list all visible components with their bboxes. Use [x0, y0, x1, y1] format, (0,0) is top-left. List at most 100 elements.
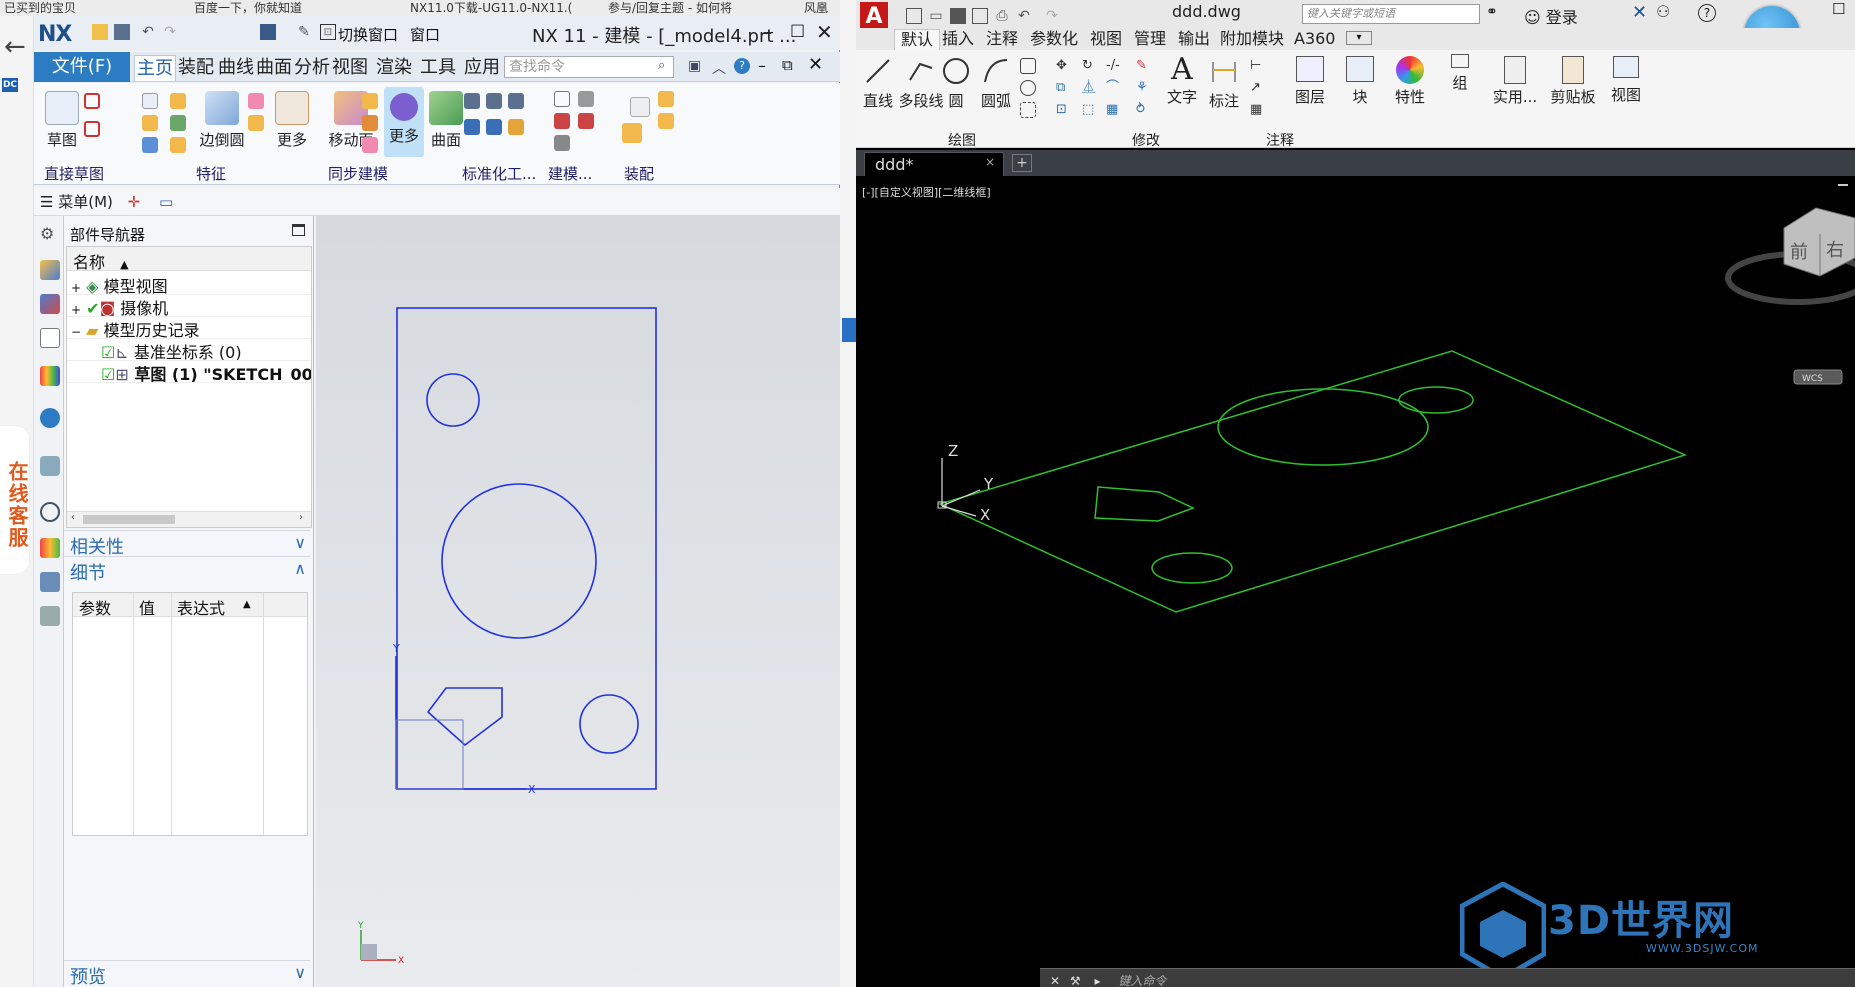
standard-part-icon-1[interactable] [464, 93, 480, 109]
draft-icon[interactable] [554, 91, 570, 107]
profile-icon[interactable] [84, 93, 100, 109]
minimize-icon[interactable]: – [762, 20, 772, 44]
window-close-icon[interactable]: ☐ [1832, 0, 1845, 18]
tab-annotate[interactable]: 注释 [980, 29, 1024, 50]
rotate-icon[interactable]: ↻ [1082, 58, 1098, 74]
offset-icon[interactable]: ⥁ [1136, 102, 1152, 118]
nx-graphics-window[interactable]: Y X Y X [316, 216, 840, 987]
cad-small-hole[interactable] [1398, 386, 1474, 414]
constraint-navigator-icon[interactable] [40, 294, 60, 314]
tree-row-history[interactable]: − ▰ 模型历史记录 [67, 317, 311, 339]
browser-tab[interactable]: NX11.0下载-UG11.0-NX11.( [406, 0, 572, 16]
group-modify[interactable]: 修改 [1132, 130, 1160, 150]
stretch-icon[interactable]: ⊡ [1056, 102, 1072, 118]
browser-tab[interactable]: 已买到的宝贝 [0, 0, 76, 16]
fillet-icon[interactable]: ⌒ [1106, 80, 1122, 96]
window-menu-button[interactable]: 窗口 [410, 24, 440, 45]
ellipse-icon[interactable] [1020, 80, 1036, 96]
collapse-icon[interactable]: − [71, 325, 81, 338]
close-cmd-icon[interactable]: ✕ [1050, 974, 1060, 987]
new-icon[interactable] [906, 8, 922, 24]
group-sync-modeling[interactable]: 同步建模 [328, 163, 388, 184]
panel-dependencies[interactable]: 相关性 ∨ [64, 530, 310, 558]
column-header-param[interactable]: 参数 [79, 595, 111, 619]
extrude-icon[interactable] [142, 115, 158, 131]
undo-icon[interactable]: ↶ [1016, 8, 1032, 24]
offset-region-icon[interactable] [362, 115, 378, 131]
tab-curve[interactable]: 曲线 [216, 55, 256, 81]
properties-button[interactable]: 特性 [1386, 56, 1434, 107]
tab-render[interactable]: 渲染 [374, 55, 414, 81]
back-arrow-icon[interactable]: ← [4, 32, 26, 62]
tree-row-model-views[interactable]: + ◈ 模型视图 [67, 273, 311, 295]
group-button[interactable]: 组 [1442, 54, 1478, 93]
standard-part-icon-6[interactable] [508, 119, 524, 135]
binoculars-icon[interactable]: ⚭ [1486, 4, 1498, 20]
browser-tab[interactable]: 风凰 [800, 0, 828, 16]
info-icon[interactable] [40, 408, 60, 428]
sketch-circle-medium[interactable] [579, 694, 639, 754]
ribbon-close-icon[interactable]: ✕ [808, 54, 823, 75]
tab-close-icon[interactable]: × [985, 155, 995, 169]
command-line[interactable]: ✕ ⚒ ▸_ 键入命令 [1040, 968, 1855, 987]
erase-icon[interactable]: ✎ [1136, 58, 1152, 74]
move-icon[interactable]: ✥ [1056, 58, 1072, 74]
panel-preview[interactable]: 预览 ∨ [64, 960, 310, 987]
rectangle-icon[interactable] [1020, 58, 1036, 74]
layers-button[interactable]: 图层 [1290, 56, 1330, 107]
leader-icon[interactable]: ↗ [1250, 80, 1266, 96]
cad-pentagon[interactable] [1094, 486, 1195, 522]
open-icon[interactable] [92, 24, 108, 40]
mirror-icon[interactable]: ⏅ [1082, 80, 1098, 96]
panel-details[interactable]: 细节 ∧ [64, 556, 310, 584]
revolve-icon[interactable] [170, 93, 186, 109]
group-draw[interactable]: 绘图 [948, 130, 976, 150]
sketch-circle-large[interactable] [441, 483, 597, 639]
view-button[interactable]: 视图 [1606, 56, 1646, 105]
standard-part-icon-2[interactable] [486, 93, 502, 109]
tab-view[interactable]: 视图 [330, 55, 370, 81]
switch-window-button[interactable]: 切换窗口 [338, 24, 398, 45]
feature-icon[interactable] [142, 137, 158, 153]
expand-icon[interactable]: + [71, 281, 81, 294]
cad-large-hole[interactable] [1217, 388, 1429, 466]
tree-row-datum-csys[interactable]: ☑⊾ 基准坐标系 (0) [67, 339, 311, 361]
boss-icon[interactable] [170, 137, 186, 153]
tab-analysis[interactable]: 分析 [292, 55, 332, 81]
sync-more-button[interactable]: 更多 [384, 87, 424, 157]
web-browser-icon[interactable] [40, 456, 60, 476]
settings-icon[interactable]: ⚙ [40, 224, 60, 244]
text-button[interactable]: A 文字 [1164, 52, 1200, 107]
menu-button[interactable]: 菜单(M) [58, 193, 113, 211]
hatch-icon[interactable] [1020, 102, 1036, 118]
edge-blend-button[interactable]: 边倒圆 [194, 91, 250, 150]
scroll-left-icon[interactable]: ‹ [71, 512, 75, 523]
copy-icon[interactable]: ⧉ [1056, 80, 1072, 96]
group-standard-tools[interactable]: 标准化工... [462, 163, 536, 184]
checkbox-icon[interactable]: ☑ [101, 343, 115, 360]
column-header-expression[interactable]: 表达式 [177, 595, 225, 619]
feature-more-button[interactable]: 更多 [270, 91, 314, 150]
tree-row-cameras[interactable]: + ✔◙ 摄像机 [67, 295, 311, 317]
dimension-button[interactable]: 标注 [1206, 56, 1242, 111]
ribbon-restore-icon[interactable]: ⧉ [782, 56, 793, 74]
circle-button[interactable]: 圆 [938, 56, 974, 111]
new-tab-button[interactable]: + [1012, 154, 1032, 172]
chevron-up-icon[interactable]: ∧ [294, 559, 306, 578]
print-icon[interactable]: ⎙ [994, 8, 1010, 24]
tab-tools[interactable]: 工具 [418, 55, 458, 81]
rectangle-icon[interactable] [84, 121, 100, 137]
close-icon[interactable]: ✕ [816, 20, 833, 44]
assembly-icon[interactable] [630, 97, 650, 117]
column-header-name[interactable]: 名称 ▲ [67, 247, 311, 272]
undo-icon[interactable]: ↶ [140, 24, 156, 40]
palette-icon[interactable] [40, 538, 60, 558]
arc-button[interactable]: 圆弧 [978, 56, 1014, 111]
utilities-button[interactable]: 实用... [1490, 56, 1540, 107]
maximize-panel-icon[interactable] [292, 224, 305, 236]
tab-assembly[interactable]: 装配 [176, 55, 216, 81]
display-icon[interactable] [260, 24, 276, 40]
block-button[interactable]: 块 [1340, 56, 1380, 107]
tab-insert[interactable]: 插入 [936, 29, 980, 50]
standard-part-icon-4[interactable] [464, 119, 480, 135]
